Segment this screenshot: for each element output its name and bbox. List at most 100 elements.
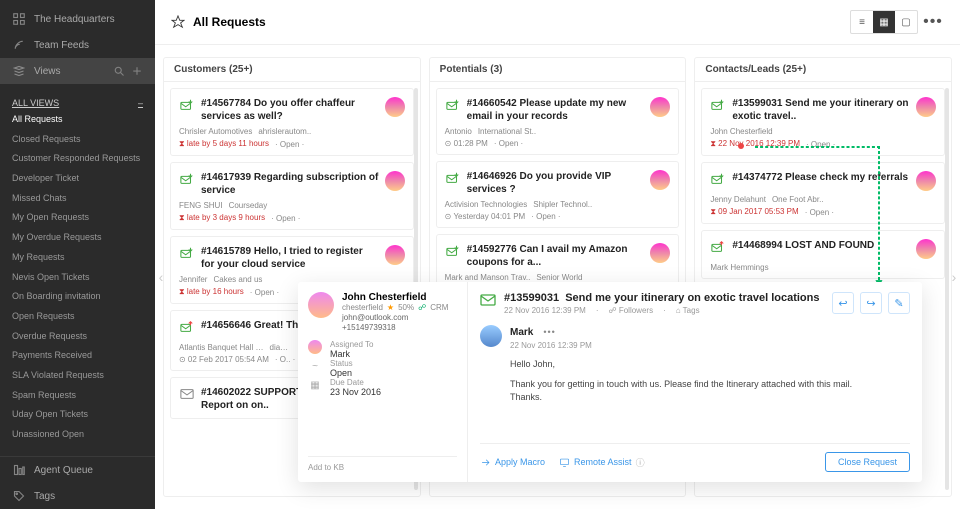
mail-icon	[445, 170, 461, 186]
msg-hello: Hello John,	[510, 358, 910, 372]
column-header: Potentials (3)	[430, 58, 686, 82]
view-link[interactable]: Closed Requests	[0, 130, 155, 150]
avatar	[916, 171, 936, 191]
star-icon[interactable]	[171, 15, 185, 29]
sidebar-bottom: Agent Queue Tags	[0, 456, 155, 509]
add-to-kb[interactable]: Add to KB	[308, 456, 457, 472]
remote-assist-button[interactable]: Remote Assist ⓘ	[559, 456, 645, 469]
avatar	[916, 239, 936, 259]
view-link[interactable]: My Overdue Requests	[0, 228, 155, 248]
view-link[interactable]: Open Requests	[0, 307, 155, 327]
more-button[interactable]: •••	[922, 11, 944, 33]
ticket-detail-sidebar: John Chesterfield chesterfield★50%☍CRM j…	[298, 282, 468, 482]
contact-phone: +15149739318	[342, 323, 448, 332]
annotation-dot	[738, 143, 744, 149]
column-header: Contacts/Leads (25+)	[695, 58, 951, 82]
mail-icon	[179, 171, 195, 187]
column-header: Customers (25+)	[164, 58, 420, 82]
ticket-card[interactable]: #14374772 Please check my referralsJenny…	[701, 162, 945, 224]
mail-icon	[710, 239, 726, 255]
view-link[interactable]: Spam Requests	[0, 386, 155, 406]
contact-sub: chesterfield★50%☍CRM	[342, 303, 448, 312]
view-link[interactable]: On Boarding invitation	[0, 287, 155, 307]
view-link[interactable]: Customer Responded Requests	[0, 149, 155, 169]
avatar	[385, 171, 405, 191]
toolbar: All Requests ≡ ▦ ▢ •••	[155, 0, 960, 45]
sidebar-views[interactable]: Views	[0, 58, 155, 84]
sidebar-feeds-label: Team Feeds	[34, 40, 89, 51]
view-link[interactable]: My Open Requests	[0, 208, 155, 228]
row-icon: ▦	[308, 378, 322, 392]
ticket-card[interactable]: #14592776 Can I avail my Amazon coupons …	[436, 234, 680, 289]
page-title: All Requests	[193, 15, 266, 29]
sidebar-feeds[interactable]: Team Feeds	[0, 32, 155, 58]
mail-icon	[445, 97, 461, 113]
card-title: #13599031 Send me your itinerary on exot…	[732, 97, 910, 123]
msg-actions: ↩ ↪ ✎	[832, 292, 910, 314]
msg-more[interactable]: •••	[543, 326, 555, 340]
grid-icon	[12, 12, 26, 26]
agent-queue-label: Agent Queue	[34, 465, 93, 476]
ticket-card[interactable]: #14567784 Do you offer chaffeur services…	[170, 88, 414, 156]
scroll-right[interactable]: ›	[946, 263, 960, 291]
view-link[interactable]: Uday Open Tickets	[0, 405, 155, 425]
avatar	[650, 243, 670, 263]
mail-icon	[179, 97, 195, 113]
view-link[interactable]: Developer Ticket	[0, 169, 155, 189]
row-icon: ~	[308, 359, 322, 373]
card-title: #14660542 Please update my new email in …	[467, 97, 645, 123]
detail-row: ~StatusOpen	[308, 359, 457, 378]
sidebar-views-label: Views	[34, 66, 61, 77]
list-view-button[interactable]: ≡	[851, 11, 873, 33]
card-view-button[interactable]: ▢	[895, 11, 917, 33]
ticket-card[interactable]: #14617939 Regarding subscription of serv…	[170, 162, 414, 230]
ticket-card[interactable]: #14468994 LOST AND FOUNDMark Hemmings	[701, 230, 945, 279]
card-title: #14468994 LOST AND FOUND	[732, 239, 910, 259]
view-link[interactable]: All Requests	[0, 110, 155, 130]
view-link[interactable]: SLA Violated Requests	[0, 366, 155, 386]
sidebar-hq[interactable]: The Headquarters	[0, 6, 155, 32]
sidebar: The Headquarters Team Feeds Views ALL VI…	[0, 0, 155, 509]
ticket-footer: Apply Macro Remote Assist ⓘ Close Reques…	[480, 443, 910, 472]
sidebar-agent-queue[interactable]: Agent Queue	[0, 457, 155, 483]
avatar	[308, 292, 334, 318]
plus-icon[interactable]	[131, 65, 143, 77]
search-icon[interactable]	[113, 65, 125, 77]
all-views-header[interactable]: ALL VIEWS–	[0, 92, 155, 110]
avatar	[650, 97, 670, 117]
mail-icon	[710, 97, 726, 113]
card-title: #14592776 Can I avail my Amazon coupons …	[467, 243, 645, 269]
card-title: #14615789 Hello, I tried to register for…	[201, 245, 379, 271]
forward-button[interactable]: ↪	[860, 292, 882, 314]
card-title: #14567784 Do you offer chaffeur services…	[201, 97, 379, 123]
comment-button[interactable]: ✎	[888, 292, 910, 314]
sidebar-tags[interactable]: Tags	[0, 483, 155, 509]
card-title: #14617939 Regarding subscription of serv…	[201, 171, 379, 197]
view-link[interactable]: Missed Chats	[0, 189, 155, 209]
close-request-button[interactable]: Close Request	[825, 452, 910, 472]
card-title: #14374772 Please check my referrals	[732, 171, 910, 191]
avatar	[385, 245, 405, 265]
ticket-card[interactable]: #14660542 Please update my new email in …	[436, 88, 680, 155]
mail-icon	[710, 171, 726, 187]
mail-icon	[179, 319, 195, 335]
sidebar-views-list: ALL VIEWS– All Requests Closed Requests …	[0, 90, 155, 456]
view-switcher: ≡ ▦ ▢	[850, 10, 918, 34]
msg-sender: Mark	[510, 325, 533, 340]
feed-icon	[12, 38, 26, 52]
reply-button[interactable]: ↩	[832, 292, 854, 314]
detail-row: Assigned ToMark	[308, 340, 457, 359]
contact-name: John Chesterfield	[342, 292, 448, 303]
apply-macro-button[interactable]: Apply Macro	[480, 456, 545, 469]
card-title: #14646926 Do you provide VIP services ?	[467, 170, 645, 196]
ticket-detail: John Chesterfield chesterfield★50%☍CRM j…	[298, 282, 922, 482]
view-link[interactable]: Overdue Requests	[0, 327, 155, 347]
view-link[interactable]: My Requests	[0, 248, 155, 268]
avatar	[385, 97, 405, 117]
ticket-card[interactable]: #14646926 Do you provide VIP services ?A…	[436, 161, 680, 228]
view-link[interactable]: Nevis Open Tickets	[0, 268, 155, 288]
view-link[interactable]: Unassioned Open	[0, 425, 155, 445]
msg-time: 22 Nov 2016 12:39 PM	[510, 340, 910, 352]
board-view-button[interactable]: ▦	[873, 11, 895, 33]
view-link[interactable]: Payments Received	[0, 346, 155, 366]
